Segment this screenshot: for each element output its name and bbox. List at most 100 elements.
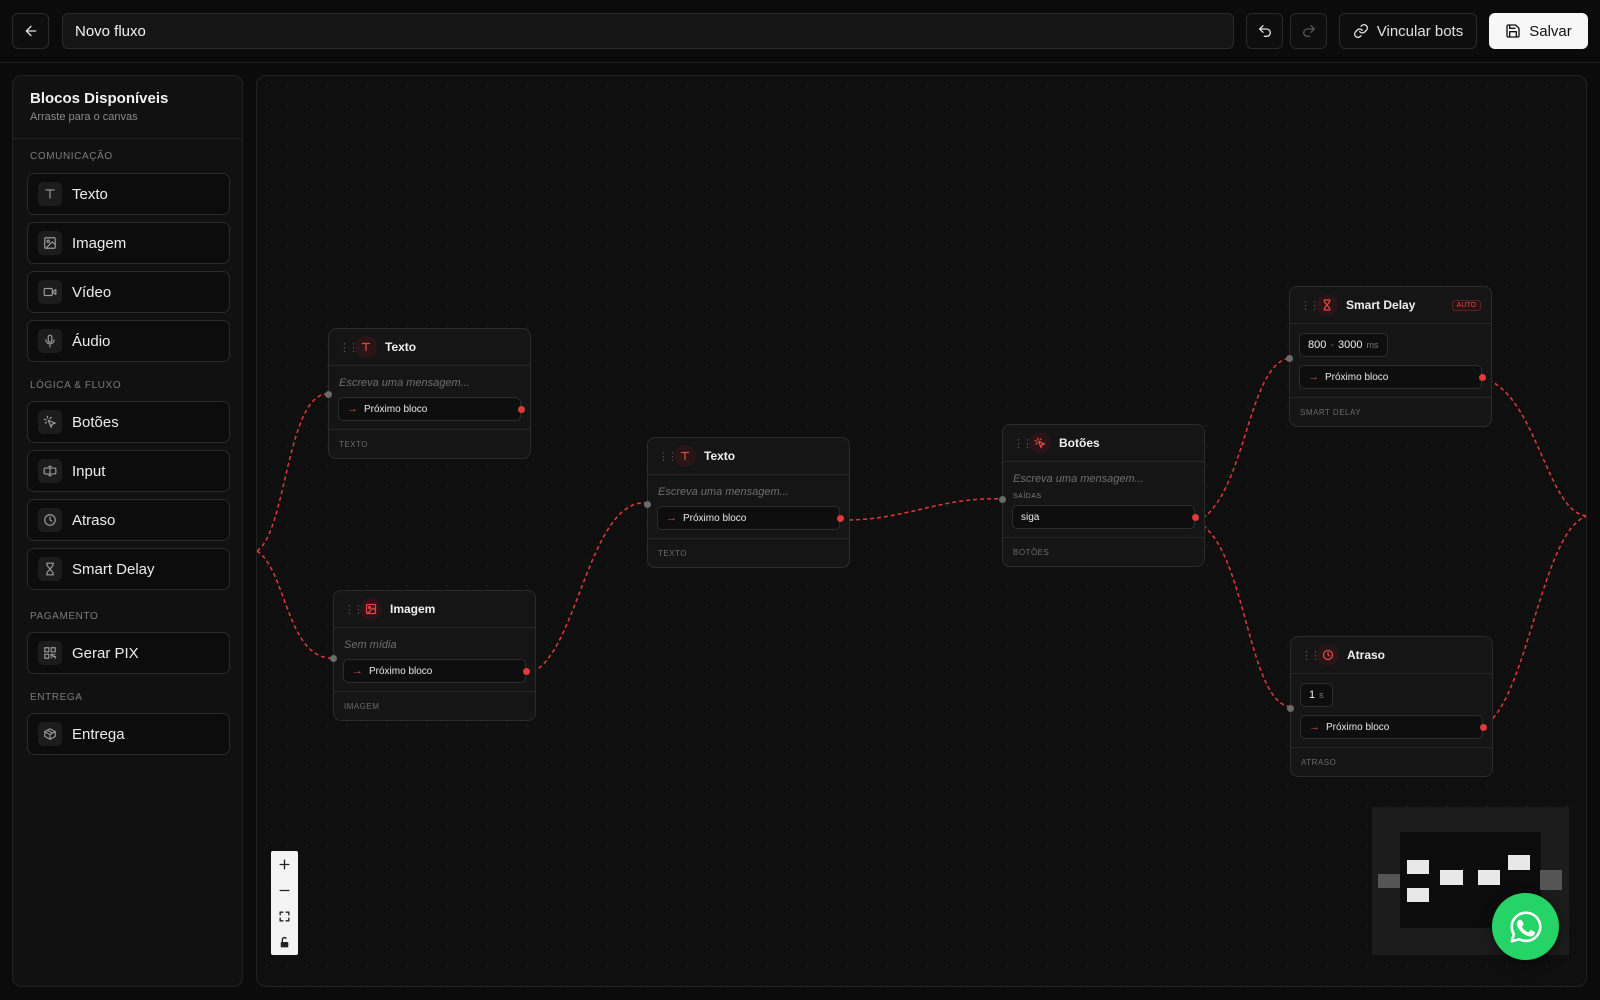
input-handle[interactable] (1287, 705, 1294, 712)
block-item-gerar-pix[interactable]: Gerar PIX (27, 632, 230, 674)
block-item-audio[interactable]: Áudio (27, 320, 230, 362)
sidebar-title: Blocos Disponíveis (30, 90, 169, 107)
node-header[interactable]: ⋮⋮ Imagem (334, 591, 535, 628)
minimap-node (1407, 860, 1429, 874)
section-label-payment: PAGAMENTO (30, 611, 99, 622)
zoom-in-button[interactable] (271, 851, 298, 877)
node-header[interactable]: ⋮⋮ Texto (329, 329, 530, 366)
redo-button[interactable] (1290, 13, 1327, 49)
block-item-video[interactable]: Vídeo (27, 271, 230, 313)
whatsapp-button[interactable] (1492, 893, 1559, 960)
block-item-label: Atraso (72, 511, 116, 529)
block-item-label: Smart Delay (72, 560, 155, 578)
delay-range-field[interactable]: 800 - 3000 ms (1299, 333, 1388, 357)
node-header[interactable]: ⋮⋮ Texto (648, 438, 849, 475)
output-handle[interactable] (523, 668, 530, 675)
save-button[interactable]: Salvar (1489, 13, 1588, 49)
block-item-label: Texto (72, 185, 108, 203)
message-placeholder[interactable]: Escreva uma mensagem... (339, 377, 520, 389)
back-button[interactable] (12, 13, 49, 49)
output-handle[interactable] (837, 515, 844, 522)
node-title: Imagem (390, 602, 436, 616)
next-block-label: Próximo bloco (369, 665, 433, 677)
block-item-smart-delay[interactable]: Smart Delay (27, 548, 230, 590)
next-block-output[interactable]: → Próximo bloco (338, 397, 525, 421)
video-icon (38, 280, 62, 304)
delay-field[interactable]: 1 s (1300, 683, 1333, 707)
drag-handle-icon[interactable]: ⋮⋮ (339, 341, 359, 354)
node-header[interactable]: ⋮⋮ Atraso (1291, 637, 1492, 674)
node-botoes[interactable]: ⋮⋮ Botões Escreva uma mensagem... SAÍDAS… (999, 424, 1205, 567)
minimap-node (1407, 888, 1429, 902)
delay-value[interactable]: 1 (1309, 689, 1315, 701)
minimap-node (1478, 870, 1500, 885)
block-item-atraso[interactable]: Atraso (27, 499, 230, 541)
node-footer: SMART DELAY (1290, 397, 1491, 426)
fit-view-button[interactable] (271, 903, 298, 929)
output-handle[interactable] (1480, 724, 1487, 731)
box-icon (38, 722, 62, 746)
node-header[interactable]: ⋮⋮ Smart Delay AUTO (1290, 287, 1491, 324)
node-footer: TEXTO (648, 538, 849, 567)
input-handle[interactable] (644, 501, 651, 508)
fit-view-icon (279, 910, 290, 922)
input-handle[interactable] (330, 655, 337, 662)
block-item-input[interactable]: Input (27, 450, 230, 492)
output-handle[interactable] (1479, 374, 1486, 381)
message-placeholder[interactable]: Escreva uma mensagem... (658, 486, 839, 498)
minimap-node (1378, 874, 1400, 888)
node-texto-2[interactable]: ⋮⋮ Texto Escreva uma mensagem... → Próxi… (644, 437, 850, 568)
input-handle[interactable] (999, 496, 1006, 503)
drag-handle-icon[interactable]: ⋮⋮ (344, 603, 364, 616)
drag-handle-icon[interactable]: ⋮⋮ (1013, 437, 1033, 450)
flow-name-input[interactable] (62, 13, 1234, 49)
node-texto-1[interactable]: ⋮⋮ Texto Escreva uma mensagem... → Próxi… (325, 328, 531, 459)
input-handle[interactable] (1286, 355, 1293, 362)
undo-button[interactable] (1246, 13, 1283, 49)
input-icon (38, 459, 62, 483)
output-handle[interactable] (1192, 514, 1199, 521)
node-footer: TEXTO (329, 429, 530, 458)
drag-handle-icon[interactable]: ⋮⋮ (1301, 649, 1321, 662)
input-handle[interactable] (325, 391, 332, 398)
drag-handle-icon[interactable]: ⋮⋮ (658, 450, 678, 463)
next-block-output[interactable]: → Próximo bloco (343, 659, 530, 683)
block-item-label: Entrega (72, 725, 125, 743)
node-title: Botões (1059, 436, 1100, 450)
block-item-botoes[interactable]: Botões (27, 401, 230, 443)
node-imagem[interactable]: ⋮⋮ Imagem Sem mídia → Próximo bloco IMAG… (330, 590, 536, 721)
section-label-delivery: ENTREGA (30, 692, 83, 703)
link-bots-button[interactable]: Vincular bots (1339, 13, 1477, 49)
range-separator: - (1330, 339, 1335, 351)
node-atraso[interactable]: ⋮⋮ Atraso 1 s → Próximo bloco ATRASO (1287, 636, 1493, 777)
zoom-out-button[interactable] (271, 877, 298, 903)
arrow-right-icon: → (347, 403, 358, 415)
message-placeholder[interactable]: Escreva uma mensagem... (1013, 473, 1194, 485)
minimap-node (1440, 870, 1463, 885)
next-block-label: Próximo bloco (1325, 371, 1389, 383)
pointer-icon (38, 410, 62, 434)
block-item-imagem[interactable]: Imagem (27, 222, 230, 264)
media-placeholder[interactable]: Sem mídia (344, 639, 525, 651)
output-handle[interactable] (518, 406, 525, 413)
node-smart-delay[interactable]: ⋮⋮ Smart Delay AUTO 800 - 3000 ms → Próx… (1286, 286, 1492, 427)
lock-button[interactable] (271, 929, 298, 955)
flow-canvas[interactable]: ⋮⋮ Texto Escreva uma mensagem... → Próxi… (256, 75, 1587, 987)
block-item-texto[interactable]: Texto (27, 173, 230, 215)
node-footer: ATRASO (1291, 747, 1492, 776)
delay-min[interactable]: 800 (1308, 339, 1326, 351)
edge-left-to-imagem (257, 550, 335, 659)
node-header[interactable]: ⋮⋮ Botões (1003, 425, 1204, 462)
block-item-entrega[interactable]: Entrega (27, 713, 230, 755)
next-block-output[interactable]: → Próximo bloco (1300, 715, 1487, 739)
button-output-siga[interactable]: siga (1012, 505, 1199, 529)
arrow-right-icon: → (1308, 371, 1319, 383)
next-block-label: Próximo bloco (683, 512, 747, 524)
next-block-output[interactable]: → Próximo bloco (1299, 365, 1486, 389)
delay-max[interactable]: 3000 (1338, 339, 1362, 351)
next-block-output[interactable]: → Próximo bloco (657, 506, 844, 530)
mic-icon (38, 329, 62, 353)
hourglass-icon (1316, 294, 1338, 316)
block-item-label: Vídeo (72, 283, 112, 301)
drag-handle-icon[interactable]: ⋮⋮ (1300, 299, 1320, 312)
